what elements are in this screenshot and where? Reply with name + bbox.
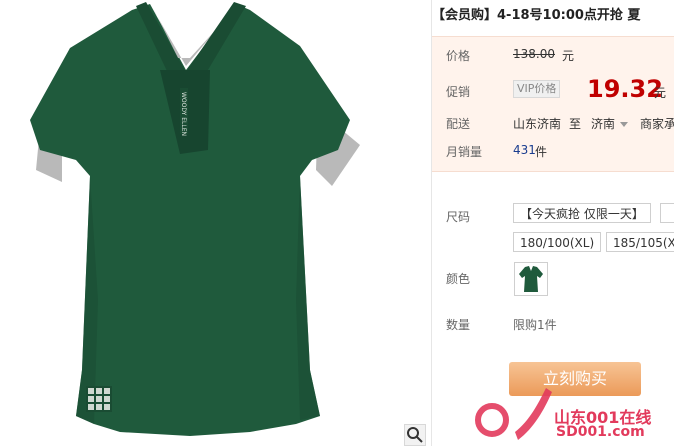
vip-price-tag: VIP价格 (513, 80, 561, 98)
size-option-xl[interactable]: 180/100(XL) (513, 232, 602, 252)
delivery-label: 配送 (446, 117, 471, 131)
product-image[interactable]: WOODY ELLEN (0, 0, 428, 446)
chevron-down-icon (620, 122, 629, 127)
promo-label: 促销 (446, 85, 471, 99)
sales-label: 月销量 (446, 145, 483, 159)
list-price: 138.00 (513, 47, 555, 61)
delivery-to-word: 至 (569, 117, 582, 131)
product-title: 【会员购】4-18号10:00点开抢 夏 (432, 8, 641, 23)
size-option-hidden[interactable] (660, 203, 674, 223)
sales-unit: 件 (535, 145, 548, 159)
quantity-label: 数量 (446, 318, 471, 332)
list-price-label: 价格 (446, 49, 471, 63)
delivery-destination-select[interactable]: 济南 (591, 115, 629, 132)
quantity-note: 限购1件 (513, 318, 557, 332)
color-option-green[interactable] (514, 262, 548, 296)
logo-patch (86, 386, 112, 412)
delivery-from: 山东济南 (513, 117, 562, 131)
size-option-promo[interactable]: 【今天疯抢 仅限一天】 (513, 203, 651, 223)
sales-count: 431 (513, 143, 536, 157)
promo-price-unit: 元 (654, 86, 667, 100)
delivery-extra: 商家承 (640, 117, 674, 131)
list-price-unit: 元 (562, 49, 575, 63)
buy-now-button[interactable]: 立刻购买 (509, 362, 641, 396)
delivery-destination: 济南 (591, 117, 616, 131)
zoom-icon[interactable] (404, 424, 426, 446)
shirt-thumbnail-icon (519, 266, 543, 292)
size-option-xxl[interactable]: 185/105(X (606, 232, 674, 252)
promo-price: 19.32 (587, 75, 663, 103)
product-info-panel: 【会员购】4-18号10:00点开抢 夏 价格 138.00 元 促销 VIP价… (432, 0, 674, 446)
shirt-illustration: WOODY ELLEN (30, 2, 360, 436)
shirt-brand-text: WOODY ELLEN (180, 92, 187, 136)
color-label: 颜色 (446, 272, 471, 286)
size-label: 尺码 (446, 210, 471, 224)
